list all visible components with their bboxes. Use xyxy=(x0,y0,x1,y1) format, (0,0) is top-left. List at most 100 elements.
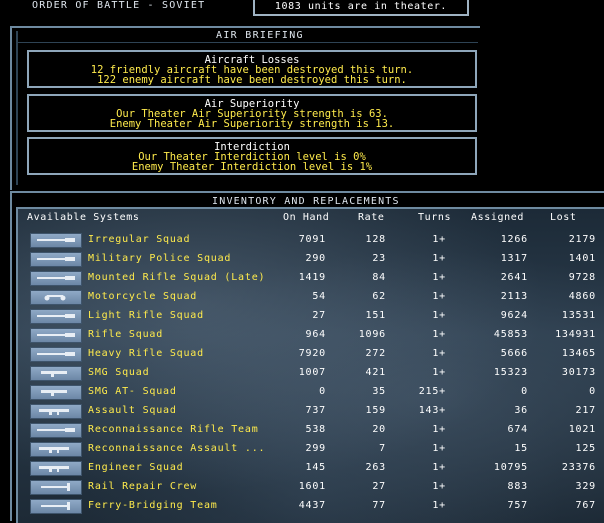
on-hand-value: 7920 xyxy=(298,348,326,359)
on-hand-value: 964 xyxy=(305,329,326,340)
assigned-value: 674 xyxy=(507,424,528,435)
rate-value: 151 xyxy=(365,310,386,321)
rate-value: 27 xyxy=(372,481,386,492)
table-row[interactable]: Heavy Rifle Squad 7920 272 1+ 5666 13465 xyxy=(18,345,604,364)
table-row[interactable]: Irregular Squad 7091 128 1+ 1266 2179 xyxy=(18,231,604,250)
table-row[interactable]: Military Police Squad 290 23 1+ 1317 1401 xyxy=(18,250,604,269)
on-hand-value: 54 xyxy=(312,291,326,302)
table-row[interactable]: Rifle Squad 964 1096 1+ 45853 134931 xyxy=(18,326,604,345)
air-briefing-title: AIR BRIEFING xyxy=(216,30,304,41)
assigned-value: 36 xyxy=(514,405,528,416)
inventory-panel-left-border xyxy=(10,191,12,521)
on-hand-value: 7091 xyxy=(298,234,326,245)
smg-icon[interactable] xyxy=(30,366,82,381)
interdiction-box: Interdiction Our Theater Interdiction le… xyxy=(27,137,477,175)
assigned-value: 9624 xyxy=(500,310,528,321)
rifle-icon[interactable] xyxy=(30,309,82,324)
col-available-systems[interactable]: Available Systems xyxy=(27,212,140,223)
motorcycle-icon[interactable] xyxy=(30,290,82,305)
lost-value: 217 xyxy=(575,405,596,416)
col-assigned[interactable]: Assigned xyxy=(471,212,524,223)
turns-value: 1+ xyxy=(432,272,446,283)
inventory-title: INVENTORY AND REPLACEMENTS xyxy=(212,196,400,207)
unit-name: Rifle Squad xyxy=(88,329,164,340)
rifle-icon[interactable] xyxy=(30,271,82,286)
air-panel-title-rule xyxy=(16,42,478,43)
lost-value: 0 xyxy=(589,386,596,397)
rifle-icon[interactable] xyxy=(30,233,82,248)
table-row[interactable]: SMG AT- Squad 0 35 215+ 0 0 xyxy=(18,383,604,402)
on-hand-value: 737 xyxy=(305,405,326,416)
table-row[interactable]: Rail Repair Crew 1601 27 1+ 883 329 xyxy=(18,478,604,497)
table-row[interactable]: Light Rifle Squad 27 151 1+ 9624 13531 xyxy=(18,307,604,326)
inventory-column-headers: Available Systems On Hand Rate Turns Ass… xyxy=(18,212,604,226)
assault-rifle-icon[interactable] xyxy=(30,461,82,476)
assigned-value: 10795 xyxy=(493,462,528,473)
lost-value: 4860 xyxy=(568,291,596,302)
table-row[interactable]: Reconnaissance Rifle Team 538 20 1+ 674 1021 xyxy=(18,421,604,440)
turns-value: 1+ xyxy=(432,234,446,245)
air-superiority-line2: Enemy Theater Air Superiority strength i… xyxy=(109,118,395,130)
table-row[interactable]: Ferry-Bridging Team 4437 77 1+ 757 767 xyxy=(18,497,604,516)
unit-name: Heavy Rifle Squad xyxy=(88,348,204,359)
rate-value: 421 xyxy=(365,367,386,378)
assigned-value: 2641 xyxy=(500,272,528,283)
unit-name: Irregular Squad xyxy=(88,234,191,245)
unit-name: Reconnaissance Assault ... xyxy=(88,443,266,454)
rate-value: 263 xyxy=(365,462,386,473)
tool-icon[interactable] xyxy=(30,499,82,514)
on-hand-value: 1419 xyxy=(298,272,326,283)
lost-value: 23376 xyxy=(561,462,596,473)
rate-value: 20 xyxy=(372,424,386,435)
table-row[interactable]: Mounted Rifle Squad (Late) 1419 84 1+ 2641 97… xyxy=(18,269,604,288)
rifle-icon[interactable] xyxy=(30,328,82,343)
assigned-value: 45853 xyxy=(493,329,528,340)
on-hand-value: 1601 xyxy=(298,481,326,492)
assault-rifle-icon[interactable] xyxy=(30,404,82,419)
air-superiority-box: Air Superiority Our Theater Air Superior… xyxy=(27,94,477,132)
turns-value: 1+ xyxy=(432,500,446,511)
turns-value: 1+ xyxy=(432,348,446,359)
table-row[interactable]: Engineer Squad 145 263 1+ 10795 23376 xyxy=(18,459,604,478)
turns-value: 1+ xyxy=(432,367,446,378)
unit-name: Ferry-Bridging Team xyxy=(88,500,218,511)
unit-name: Reconnaissance Rifle Team xyxy=(88,424,259,435)
assigned-value: 1266 xyxy=(500,234,528,245)
assault-rifle-icon[interactable] xyxy=(30,442,82,457)
rifle-icon[interactable] xyxy=(30,347,82,362)
col-rate[interactable]: Rate xyxy=(358,212,384,223)
on-hand-value: 1007 xyxy=(298,367,326,378)
rate-value: 84 xyxy=(372,272,386,283)
assigned-value: 1317 xyxy=(500,253,528,264)
unit-name: Light Rifle Squad xyxy=(88,310,204,321)
lost-value: 1021 xyxy=(568,424,596,435)
table-row[interactable]: Reconnaissance Assault ... 299 7 1+ 15 125 xyxy=(18,440,604,459)
lost-value: 2179 xyxy=(568,234,596,245)
col-lost[interactable]: Lost xyxy=(550,212,576,223)
lost-value: 134931 xyxy=(555,329,596,340)
assigned-value: 0 xyxy=(521,386,528,397)
air-panel-inner-border xyxy=(16,31,18,185)
on-hand-value: 0 xyxy=(319,386,326,397)
turns-value: 143+ xyxy=(418,405,446,416)
rate-value: 128 xyxy=(365,234,386,245)
col-on-hand[interactable]: On Hand xyxy=(283,212,329,223)
col-turns[interactable]: Turns xyxy=(418,212,451,223)
units-in-theater-box: 1083 units are in theater. xyxy=(253,0,469,16)
lost-value: 329 xyxy=(575,481,596,492)
rifle-icon[interactable] xyxy=(30,423,82,438)
rifle-icon[interactable] xyxy=(30,252,82,267)
order-of-battle-title: ORDER OF BATTLE - SOVIET xyxy=(32,0,206,11)
tool-icon[interactable] xyxy=(30,480,82,495)
turns-value: 1+ xyxy=(432,481,446,492)
table-row[interactable]: Assault Squad 737 159 143+ 36 217 xyxy=(18,402,604,421)
top-header: ORDER OF BATTLE - SOVIET 1083 units are … xyxy=(0,0,604,18)
on-hand-value: 145 xyxy=(305,462,326,473)
on-hand-value: 299 xyxy=(305,443,326,454)
table-row[interactable]: Motorcycle Squad 54 62 1+ 2113 4860 xyxy=(18,288,604,307)
table-row[interactable]: SMG Squad 1007 421 1+ 15323 30173 xyxy=(18,364,604,383)
smg-icon[interactable] xyxy=(30,385,82,400)
lost-value: 767 xyxy=(575,500,596,511)
assigned-value: 757 xyxy=(507,500,528,511)
inventory-table: Available Systems On Hand Rate Turns Ass… xyxy=(16,207,604,523)
